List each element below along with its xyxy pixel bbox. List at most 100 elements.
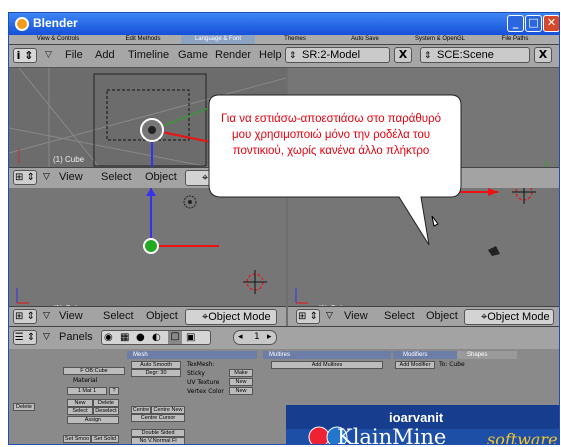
- delete-material-button[interactable]: Delete: [93, 399, 119, 407]
- delete-screen-button[interactable]: X: [394, 47, 412, 63]
- uv-texture-label: UV Texture: [187, 379, 220, 386]
- menu-select[interactable]: Select: [101, 171, 132, 183]
- menu-game[interactable]: Game: [178, 49, 208, 61]
- grid-window-type-icon[interactable]: ⊞ ⇕: [296, 309, 320, 324]
- tab-view-controls[interactable]: View & Controls: [19, 35, 97, 44]
- tab-language-font[interactable]: Language & Font: [181, 35, 255, 44]
- multires-panel: Multires Add Multires: [263, 351, 391, 391]
- material-slot[interactable]: 1 Mat 1: [67, 387, 107, 395]
- scene-selector[interactable]: ⇕ SCE:Scene: [420, 47, 530, 63]
- menu-view[interactable]: View: [59, 310, 83, 322]
- delete-left-button[interactable]: Delete: [13, 403, 35, 411]
- editing-icon[interactable]: ▢: [168, 331, 182, 344]
- menu-object[interactable]: Object: [426, 310, 458, 322]
- mode-selector[interactable]: ⌖Object Mode: [464, 309, 554, 325]
- blender-window: Blender _ □ ✕ View & Controls Edit Metho…: [8, 12, 560, 445]
- main-header: i ⇕ ▽ File Add Timeline Game Render Help…: [9, 45, 559, 68]
- material-label: Material: [73, 377, 98, 384]
- preferences-tabs: View & Controls Edit Methods Language & …: [9, 35, 559, 45]
- texmesh-label: TexMesh:: [187, 361, 215, 368]
- collapse-triangle-icon[interactable]: ▽: [45, 50, 52, 60]
- sticky-make-button[interactable]: Make: [229, 369, 253, 377]
- set-smooth-button[interactable]: Set Smoo: [63, 435, 91, 443]
- collapse-triangle-icon[interactable]: ▽: [326, 311, 333, 321]
- add-multires-button[interactable]: Add Multires: [271, 361, 383, 369]
- object-name-field[interactable]: F OB:Cube: [63, 367, 125, 375]
- context-icons[interactable]: ◉ ▦ ● ◐ ▢ ▣: [101, 330, 211, 345]
- close-button[interactable]: ✕: [543, 15, 559, 32]
- centre-new-button[interactable]: Centre New: [151, 406, 185, 414]
- logic-icon[interactable]: ◉: [104, 332, 113, 343]
- mode-selector[interactable]: ⌖Object Mode: [185, 309, 277, 325]
- menu-view[interactable]: View: [59, 171, 83, 183]
- prev-frame-icon[interactable]: ◂: [238, 331, 243, 344]
- menu-object[interactable]: Object: [145, 171, 177, 183]
- degr-field[interactable]: Degr: 30: [131, 369, 181, 377]
- shapes-tab[interactable]: Shapes: [457, 351, 517, 359]
- delete-scene-button[interactable]: X: [534, 47, 552, 63]
- menu-select[interactable]: Select: [103, 310, 134, 322]
- screen-selector[interactable]: ⇕ SR:2-Model: [285, 47, 390, 63]
- viewport-header-bottom-right: ⊞ ⇕ ▽ View Select Object ⌖Object Mode: [288, 306, 559, 327]
- vcol-new-button[interactable]: New: [229, 387, 253, 395]
- collapse-triangle-icon[interactable]: ▽: [43, 311, 50, 321]
- maximize-button[interactable]: □: [525, 15, 542, 32]
- modifiers-header-label: Modifiers: [403, 352, 428, 358]
- viewport-object-label: (1) Cube: [53, 155, 85, 164]
- modifiers-panel: Modifiers Shapes Add Modifier To: Cube: [393, 351, 518, 391]
- multires-header-label: Multires: [269, 352, 291, 358]
- modifiers-tab[interactable]: Modifiers: [393, 351, 457, 359]
- tab-system-opengl[interactable]: System & OpenGL: [405, 35, 475, 44]
- centre-button[interactable]: Centre: [131, 406, 151, 414]
- tab-edit-methods[interactable]: Edit Methods: [109, 35, 177, 44]
- title-bar: Blender _ □ ✕: [9, 13, 559, 35]
- vertex-color-label: Vertex Color: [187, 388, 224, 395]
- window-title: Blender: [33, 16, 78, 30]
- menu-object[interactable]: Object: [146, 310, 178, 322]
- no-vnormal-flip-toggle[interactable]: No V.Normal Fl: [131, 437, 185, 444]
- new-material-button[interactable]: New: [67, 399, 93, 407]
- collapse-triangle-icon[interactable]: ▽: [43, 332, 50, 342]
- buttons-header: ☰ ⇕ ▽ Panels ◉ ▦ ● ◐ ▢ ▣ ◂ 1 ▸: [9, 326, 559, 349]
- info-window-type-icon[interactable]: i ⇕: [13, 48, 37, 63]
- select-button[interactable]: Select: [67, 407, 93, 415]
- shading-icon[interactable]: ●: [136, 332, 145, 343]
- buttons-window-type-icon[interactable]: ☰ ⇕: [13, 330, 37, 345]
- material-query[interactable]: ?: [109, 387, 119, 395]
- menu-timeline[interactable]: Timeline: [128, 49, 169, 61]
- tab-auto-save[interactable]: Auto Save: [335, 35, 395, 44]
- scene-icon[interactable]: ▣: [186, 332, 195, 343]
- assign-button[interactable]: Assign: [67, 416, 119, 424]
- add-modifier-button[interactable]: Add Modifier: [395, 361, 435, 369]
- collapse-triangle-icon[interactable]: ▽: [43, 172, 50, 182]
- minimize-button[interactable]: _: [507, 15, 524, 32]
- uv-new-button[interactable]: New: [229, 378, 253, 386]
- menu-add[interactable]: Add: [95, 49, 115, 61]
- menu-help[interactable]: Help: [259, 49, 282, 61]
- banner-software: software: [487, 430, 558, 445]
- multires-panel-header: Multires: [263, 351, 391, 359]
- tab-file-paths[interactable]: File Paths: [485, 35, 545, 44]
- grid-window-type-icon[interactable]: ⊞ ⇕: [13, 309, 37, 324]
- menu-select[interactable]: Select: [384, 310, 415, 322]
- script-icon[interactable]: ▦: [120, 332, 129, 343]
- menu-panels[interactable]: Panels: [59, 331, 93, 343]
- mode-value: Object Mode: [208, 311, 271, 323]
- menu-file[interactable]: File: [65, 49, 83, 61]
- menu-render[interactable]: Render: [215, 49, 251, 61]
- frame-counter[interactable]: ◂ 1 ▸: [233, 330, 277, 345]
- modifier-target-label: To: Cube: [439, 361, 465, 368]
- mesh-panel-header: Mesh: [127, 351, 257, 359]
- speech-bubble: [208, 94, 462, 245]
- menu-view[interactable]: View: [344, 310, 368, 322]
- next-frame-icon[interactable]: ▸: [267, 331, 272, 344]
- grid-window-type-icon[interactable]: ⊞ ⇕: [13, 170, 37, 185]
- deselect-button[interactable]: Deselect: [93, 407, 119, 415]
- set-solid-button[interactable]: Set Solid: [91, 435, 119, 443]
- object-icon[interactable]: ◐: [152, 332, 161, 343]
- tab-themes[interactable]: Themes: [265, 35, 325, 44]
- double-sided-toggle[interactable]: Double Sided: [131, 429, 185, 437]
- centre-cursor-button[interactable]: Centre Cursor: [131, 414, 185, 422]
- updown-arrow-icon: ⇕: [424, 50, 432, 60]
- auto-smooth-toggle[interactable]: Auto Smooth: [131, 361, 181, 369]
